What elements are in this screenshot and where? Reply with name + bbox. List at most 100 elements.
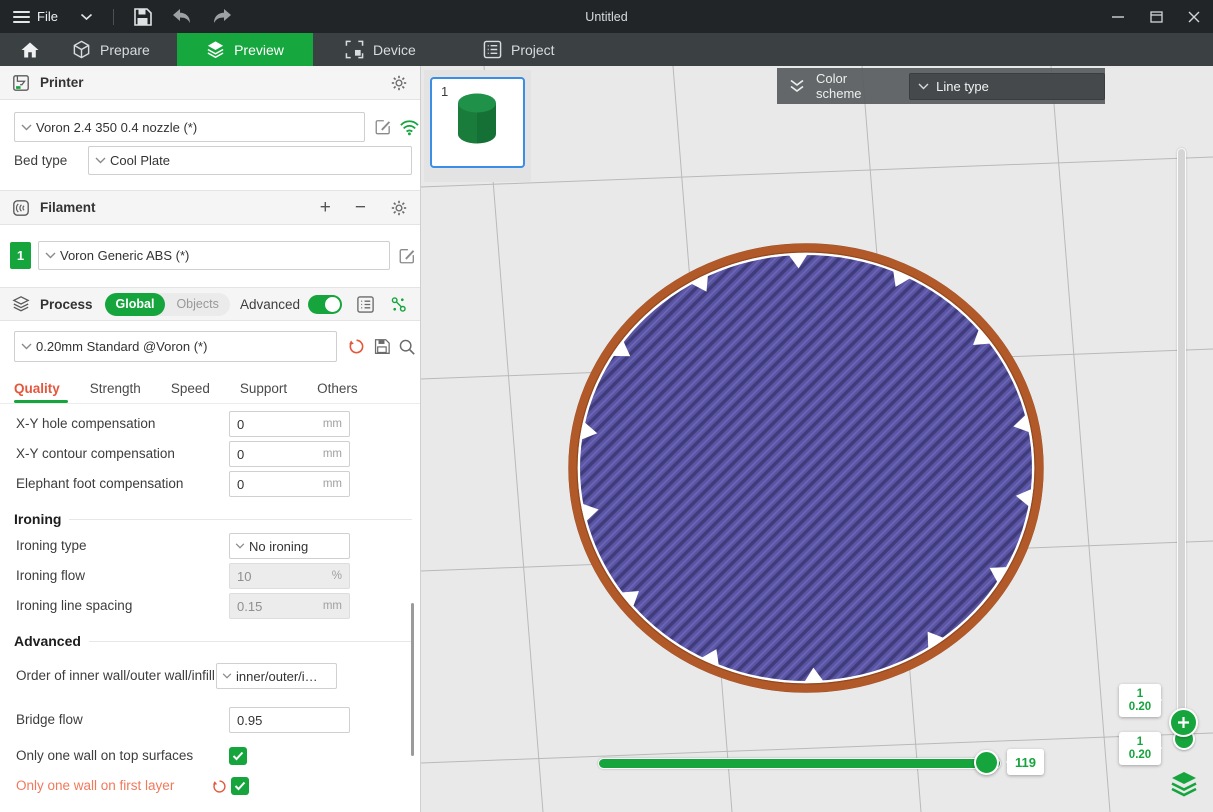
layer-slider-track[interactable] xyxy=(1177,148,1186,745)
wall-order-select[interactable]: inner/outer/i… xyxy=(216,663,337,689)
tab-others[interactable]: Others xyxy=(317,381,358,396)
build-plate-canvas[interactable] xyxy=(421,66,1213,812)
save-icon[interactable] xyxy=(132,7,153,27)
tab-support[interactable]: Support xyxy=(240,381,287,396)
sliced-layer-model[interactable] xyxy=(569,244,1043,692)
view-options-bar: Color scheme Line type xyxy=(777,68,1105,104)
add-filament-button[interactable]: + xyxy=(320,197,331,219)
nav-bar: Prepare Preview Device Project Slice Sen… xyxy=(0,33,1213,66)
tab-device[interactable]: Device xyxy=(345,33,416,66)
filament-preset-select[interactable]: Voron Generic ABS (*) xyxy=(38,241,390,270)
redo-icon[interactable] xyxy=(211,8,233,25)
elephant-foot-compensation-input[interactable]: 0 mm xyxy=(229,471,350,497)
title-bar: File Untitled xyxy=(0,0,1213,33)
tab-quality[interactable]: Quality xyxy=(14,381,60,396)
ironing-type-select[interactable]: No ironing xyxy=(229,533,350,559)
layer-slider-lower-tooltip: 1 0.20 xyxy=(1119,732,1161,765)
param-label: Only one wall on first layer xyxy=(16,778,212,794)
process-preset-select[interactable]: 0.20mm Standard @Voron (*) xyxy=(14,331,337,362)
collapse-double-chevron-icon[interactable] xyxy=(789,79,805,93)
param-value: 0 xyxy=(237,447,323,462)
search-settings-icon[interactable] xyxy=(398,338,416,356)
layer-view-button[interactable] xyxy=(1168,768,1200,800)
ironing-line-spacing-input: 0.15 mm xyxy=(229,593,350,619)
layers-stack-icon xyxy=(1170,771,1198,797)
layer-slider-add-button[interactable] xyxy=(1169,708,1198,737)
undo-icon[interactable] xyxy=(171,8,193,25)
xy-contour-compensation-input[interactable]: 0 mm xyxy=(229,441,350,467)
parameter-tune-icon[interactable] xyxy=(389,295,408,314)
preview-viewport[interactable]: 1 Color scheme Line type 119 1 xyxy=(421,66,1213,812)
plate-thumbnail-card[interactable]: 1 xyxy=(424,70,531,182)
close-button[interactable] xyxy=(1175,0,1213,33)
infill-region xyxy=(580,255,1032,681)
param-row: Ironing line spacing 0.15 mm xyxy=(0,591,420,621)
tab-device-label: Device xyxy=(373,42,416,58)
tab-project[interactable]: Project xyxy=(483,33,555,66)
edit-printer-icon[interactable] xyxy=(374,118,392,136)
chevron-down-icon xyxy=(918,83,929,90)
param-label: Ironing line spacing xyxy=(16,598,229,614)
move-slider-track[interactable] xyxy=(598,758,1001,769)
param-row: Ironing flow 10 % xyxy=(0,561,420,591)
scope-global[interactable]: Global xyxy=(105,293,166,316)
move-slider-handle[interactable] xyxy=(974,750,999,775)
home-button[interactable] xyxy=(8,33,52,66)
advanced-toggle[interactable] xyxy=(308,295,342,314)
param-label: X-Y contour compensation xyxy=(16,446,229,462)
bed-type-select[interactable]: Cool Plate xyxy=(88,146,412,175)
printer-settings-gear-icon[interactable] xyxy=(390,74,408,92)
filament-section-title: Filament xyxy=(40,200,96,215)
process-layers-icon xyxy=(12,295,30,313)
param-label: Ironing flow xyxy=(16,568,229,584)
filament-settings-gear-icon[interactable] xyxy=(390,199,408,217)
remove-filament-button[interactable]: − xyxy=(355,197,366,219)
color-scheme-select[interactable]: Line type xyxy=(909,73,1105,100)
printer-preset-select[interactable]: Voron 2.4 350 0.4 nozzle (*) xyxy=(14,112,365,142)
tab-prepare-label: Prepare xyxy=(100,42,150,58)
process-section-header: Process Global Objects Advanced xyxy=(0,287,420,321)
param-unit: mm xyxy=(323,478,342,490)
maximize-button[interactable] xyxy=(1137,0,1175,33)
file-menu-chevron-icon[interactable] xyxy=(80,8,93,26)
plate-1-thumbnail[interactable]: 1 xyxy=(430,77,525,168)
param-label: Bridge flow xyxy=(16,712,229,728)
tab-preview[interactable]: Preview xyxy=(177,33,313,66)
file-menu[interactable]: File xyxy=(37,9,58,24)
minimize-button[interactable] xyxy=(1099,0,1137,33)
save-preset-icon[interactable] xyxy=(373,338,390,355)
check-icon xyxy=(234,781,246,791)
sidebar-scrollbar-thumb[interactable] xyxy=(411,603,414,756)
one-wall-first-checkbox[interactable] xyxy=(231,777,249,795)
divider xyxy=(113,9,114,25)
tab-speed[interactable]: Speed xyxy=(171,381,210,396)
reset-process-icon[interactable] xyxy=(348,338,365,355)
edit-filament-icon[interactable] xyxy=(398,247,416,265)
param-row: Order of inner wall/outer wall/infill in… xyxy=(0,653,420,699)
active-tab-underline xyxy=(14,400,68,403)
tab-project-label: Project xyxy=(511,42,555,58)
param-row: Elephant foot compensation 0 mm xyxy=(0,469,420,499)
color-scheme-label: Color scheme xyxy=(816,71,896,101)
param-label: Ironing type xyxy=(16,538,229,554)
one-wall-top-checkbox[interactable] xyxy=(229,747,247,765)
printer-icon xyxy=(12,74,30,92)
tab-prepare[interactable]: Prepare xyxy=(72,33,150,66)
plus-icon xyxy=(1177,716,1190,729)
check-icon xyxy=(232,751,244,761)
scope-objects[interactable]: Objects xyxy=(165,293,229,316)
param-value: 0 xyxy=(237,417,323,432)
filament-slot-badge[interactable]: 1 xyxy=(10,242,31,269)
xy-hole-compensation-input[interactable]: 0 mm xyxy=(229,411,350,437)
bridge-flow-input[interactable]: 0.95 xyxy=(229,707,350,733)
tab-preview-label: Preview xyxy=(234,42,284,58)
printer-preset-value: Voron 2.4 350 0.4 nozzle (*) xyxy=(36,120,197,135)
parameter-list-icon[interactable] xyxy=(356,295,375,314)
process-scope-toggle[interactable]: Global Objects xyxy=(105,293,230,316)
reset-one-wall-first-icon[interactable] xyxy=(212,779,227,794)
tab-strength[interactable]: Strength xyxy=(90,381,141,396)
ironing-flow-input: 10 % xyxy=(229,563,350,589)
filament-section-header: Filament + − xyxy=(0,190,420,225)
printer-connection-wifi-icon[interactable] xyxy=(399,118,420,136)
menu-icon[interactable] xyxy=(13,11,30,23)
